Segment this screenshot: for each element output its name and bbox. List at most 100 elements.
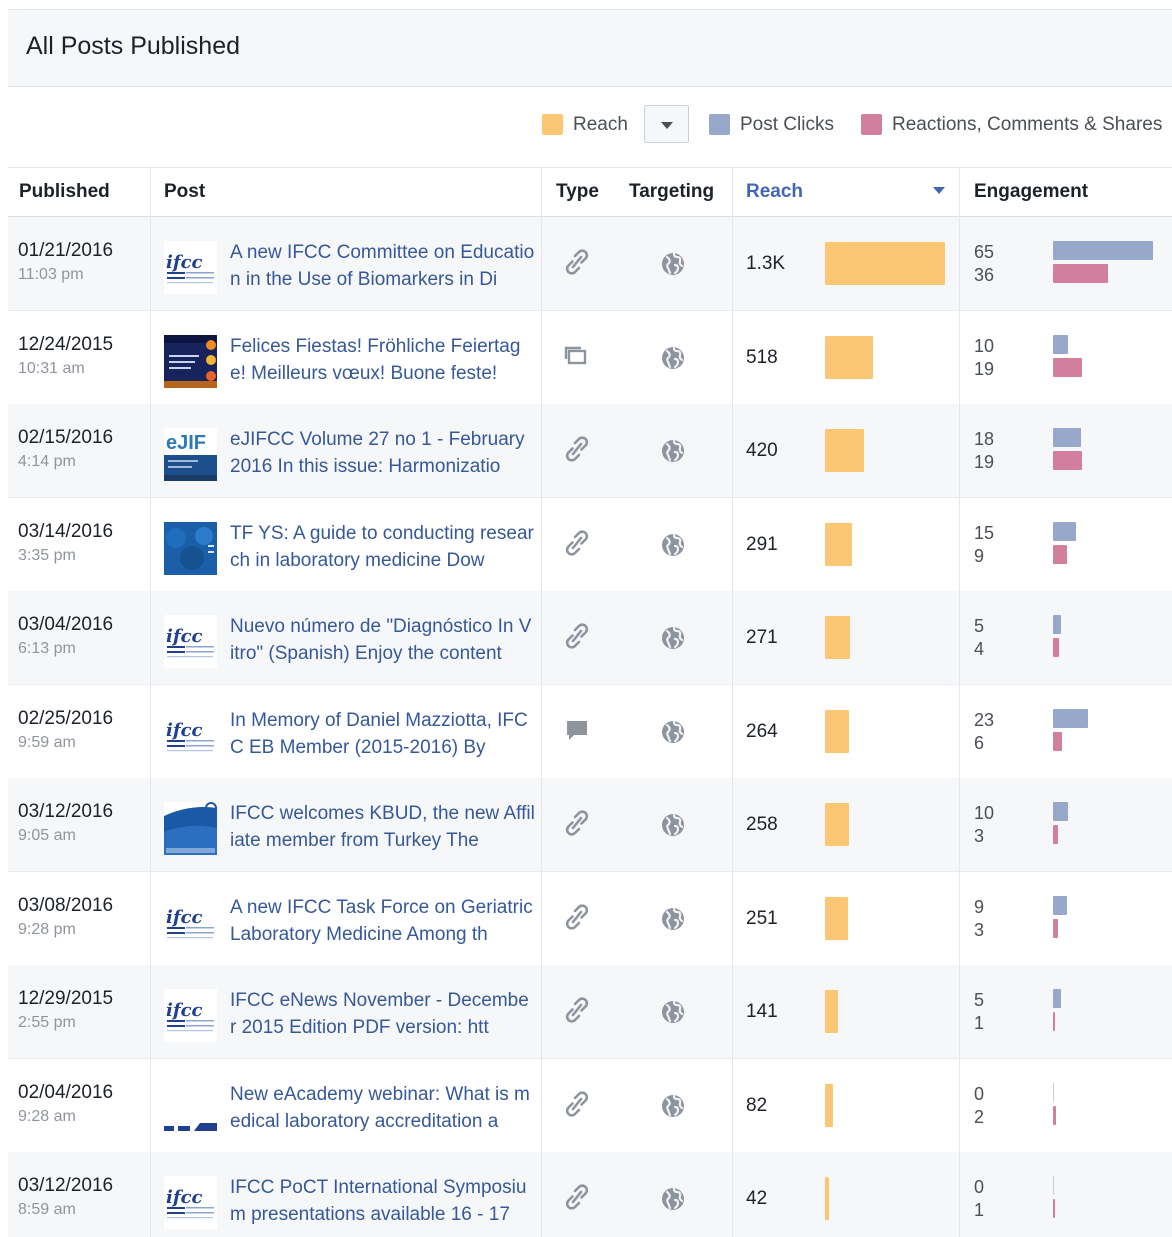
published-date: 03/14/2016 <box>18 520 114 542</box>
rcs-value: 4 <box>974 639 985 659</box>
rcs-bar <box>1053 357 1083 377</box>
post-thumbnail[interactable]: ifcc <box>164 895 217 949</box>
svg-text:eJIF: eJIF <box>166 432 206 454</box>
album-icon <box>563 341 591 371</box>
post-clicks-value: 10 <box>974 335 995 356</box>
rcs-bar <box>1053 544 1067 564</box>
table-row[interactable]: 03/14/2016 3:35 pm TF YS: A guide to condu… <box>8 498 1172 592</box>
post-thumbnail[interactable] <box>164 1082 217 1136</box>
reach-bar <box>825 1083 833 1127</box>
table-row[interactable]: 03/08/2016 9:28 pm ifcc A new IFCC Task For… <box>8 872 1172 966</box>
table-row[interactable]: 02/15/2016 4:14 pm eJIF eJIFCC Volume 27 no… <box>8 404 1172 498</box>
col-type[interactable]: Type <box>556 181 599 203</box>
table-row[interactable]: 02/25/2016 9:59 am ifcc In Memory of Daniel… <box>8 685 1172 779</box>
column-divider <box>732 167 733 1237</box>
published-time: 2:55 pm <box>18 1014 76 1031</box>
globe-icon <box>661 439 685 463</box>
post-thumbnail[interactable] <box>164 521 217 575</box>
published-time: 9:28 pm <box>18 920 76 938</box>
published-time: 9:05 am <box>18 827 76 844</box>
published-date: 03/12/2016 <box>18 801 114 822</box>
table-row[interactable]: 03/12/2016 9:05 am IFCC welcomes KBUD, the… <box>8 778 1172 872</box>
reach-bar <box>825 242 945 285</box>
post-clicks-bar <box>1053 1082 1054 1102</box>
link-icon <box>563 621 591 651</box>
rcs-value: 2 <box>974 1106 985 1127</box>
link-icon <box>563 1089 591 1119</box>
published-time: 11:03 pm <box>18 266 84 283</box>
globe-icon <box>661 533 685 557</box>
rcs-value: 1 <box>974 1013 985 1033</box>
reach-bar <box>825 803 849 846</box>
post-link[interactable]: eJIFCC Volume 27 no 1 - February 2016 In… <box>230 426 535 480</box>
col-post[interactable]: Post <box>164 181 205 203</box>
col-targeting[interactable]: Targeting <box>629 181 714 203</box>
reach-value: 258 <box>746 814 778 835</box>
post-clicks-bar <box>1053 708 1089 728</box>
link-icon <box>563 995 591 1025</box>
rcs-value: 19 <box>974 358 995 379</box>
globe-icon <box>661 626 685 650</box>
post-thumbnail[interactable]: ifcc <box>164 615 217 668</box>
globe-icon <box>661 1000 685 1024</box>
post-link[interactable]: In Memory of Daniel Mazziotta, IFCC EB M… <box>230 707 535 761</box>
post-thumbnail[interactable]: eJIF <box>164 428 217 481</box>
rcs-legend-label: Reactions, Comments & Shares <box>892 114 1163 135</box>
svg-text:ifcc: ifcc <box>166 1187 203 1208</box>
post-thumbnail[interactable] <box>164 802 217 855</box>
post-thumbnail[interactable]: ifcc <box>164 241 217 294</box>
table-row[interactable]: 03/12/2016 8:59 am ifcc IFCC PoCT Internati… <box>8 1152 1172 1237</box>
post-link[interactable]: A new IFCC Task Force on Geriatric Labor… <box>230 894 535 948</box>
published-date: 02/04/2016 <box>18 1081 114 1103</box>
rcs-bar <box>1053 1012 1055 1031</box>
post-thumbnail[interactable]: ifcc <box>164 1176 217 1229</box>
link-icon <box>563 902 591 932</box>
table-row[interactable]: 02/04/2016 9:28 am New eAcademy webinar: W… <box>8 1059 1172 1153</box>
globe-icon <box>661 813 685 837</box>
post-link[interactable]: IFCC PoCT International Symposium presen… <box>230 1174 535 1228</box>
post-clicks-value: 0 <box>974 1177 985 1197</box>
post-clicks-bar <box>1053 521 1077 541</box>
reach-bar <box>825 616 850 659</box>
sort-desc-icon[interactable] <box>933 187 945 194</box>
published-date: 01/21/2016 <box>18 240 114 261</box>
post-link[interactable]: Felices Fiestas! Fröhliche Feiertage! Me… <box>230 333 535 387</box>
post-link[interactable]: TF YS: A guide to conducting research in… <box>230 520 535 574</box>
post-clicks-bar <box>1053 428 1081 447</box>
rcs-value: 36 <box>974 265 995 285</box>
table-row[interactable]: 12/24/2015 10:31 am Felices Fiestas! Fröhl… <box>8 311 1172 405</box>
col-engagement[interactable]: Engagement <box>974 181 1088 203</box>
post-thumbnail[interactable] <box>164 334 217 388</box>
published-time: 6:13 pm <box>18 640 76 657</box>
rcs-bar <box>1053 451 1083 470</box>
rcs-bar <box>1053 1199 1055 1218</box>
metric-dropdown-button[interactable] <box>644 105 689 143</box>
table-row[interactable]: 03/04/2016 6:13 pm ifcc Nuevo número de "Di… <box>8 591 1172 685</box>
published-date: 02/25/2016 <box>18 707 114 729</box>
published-date: 12/29/2015 <box>18 988 114 1009</box>
published-time: 10:31 am <box>18 359 85 377</box>
rcs-bar <box>1053 638 1060 657</box>
page-title: All Posts Published <box>26 32 241 60</box>
post-link[interactable]: IFCC welcomes KBUD, the new Affiliate me… <box>230 800 535 854</box>
post-link[interactable]: Nuevo número de "Diagnóstico In Vitro" (… <box>230 613 535 667</box>
rcs-value: 3 <box>974 826 985 846</box>
col-published[interactable]: Published <box>19 181 110 203</box>
post-link[interactable]: IFCC eNews November - December 2015 Edit… <box>230 987 535 1041</box>
post-link[interactable]: New eAcademy webinar: What is medical la… <box>230 1081 535 1135</box>
reach-value: 271 <box>746 627 778 648</box>
globe-icon <box>661 907 685 931</box>
svg-text:ifcc: ifcc <box>166 907 203 928</box>
post-link[interactable]: A new IFCC Committee on Education in the… <box>230 239 535 293</box>
col-reach[interactable]: Reach <box>746 181 803 203</box>
post-thumbnail[interactable]: ifcc <box>164 989 217 1042</box>
svg-text:ifcc: ifcc <box>166 720 203 741</box>
reach-value: 141 <box>746 1001 778 1022</box>
published-date: 12/24/2015 <box>18 333 114 355</box>
link-icon <box>563 528 591 558</box>
table-row[interactable]: 12/29/2015 2:55 pm ifcc IFCC eNews November… <box>8 965 1172 1059</box>
post-thumbnail[interactable]: ifcc <box>164 708 217 762</box>
table-row[interactable]: 01/21/2016 11:03 pm ifcc A new IFCC Committ… <box>8 217 1172 311</box>
rcs-bar <box>1053 731 1063 751</box>
published-time: 8:59 am <box>18 1201 76 1218</box>
